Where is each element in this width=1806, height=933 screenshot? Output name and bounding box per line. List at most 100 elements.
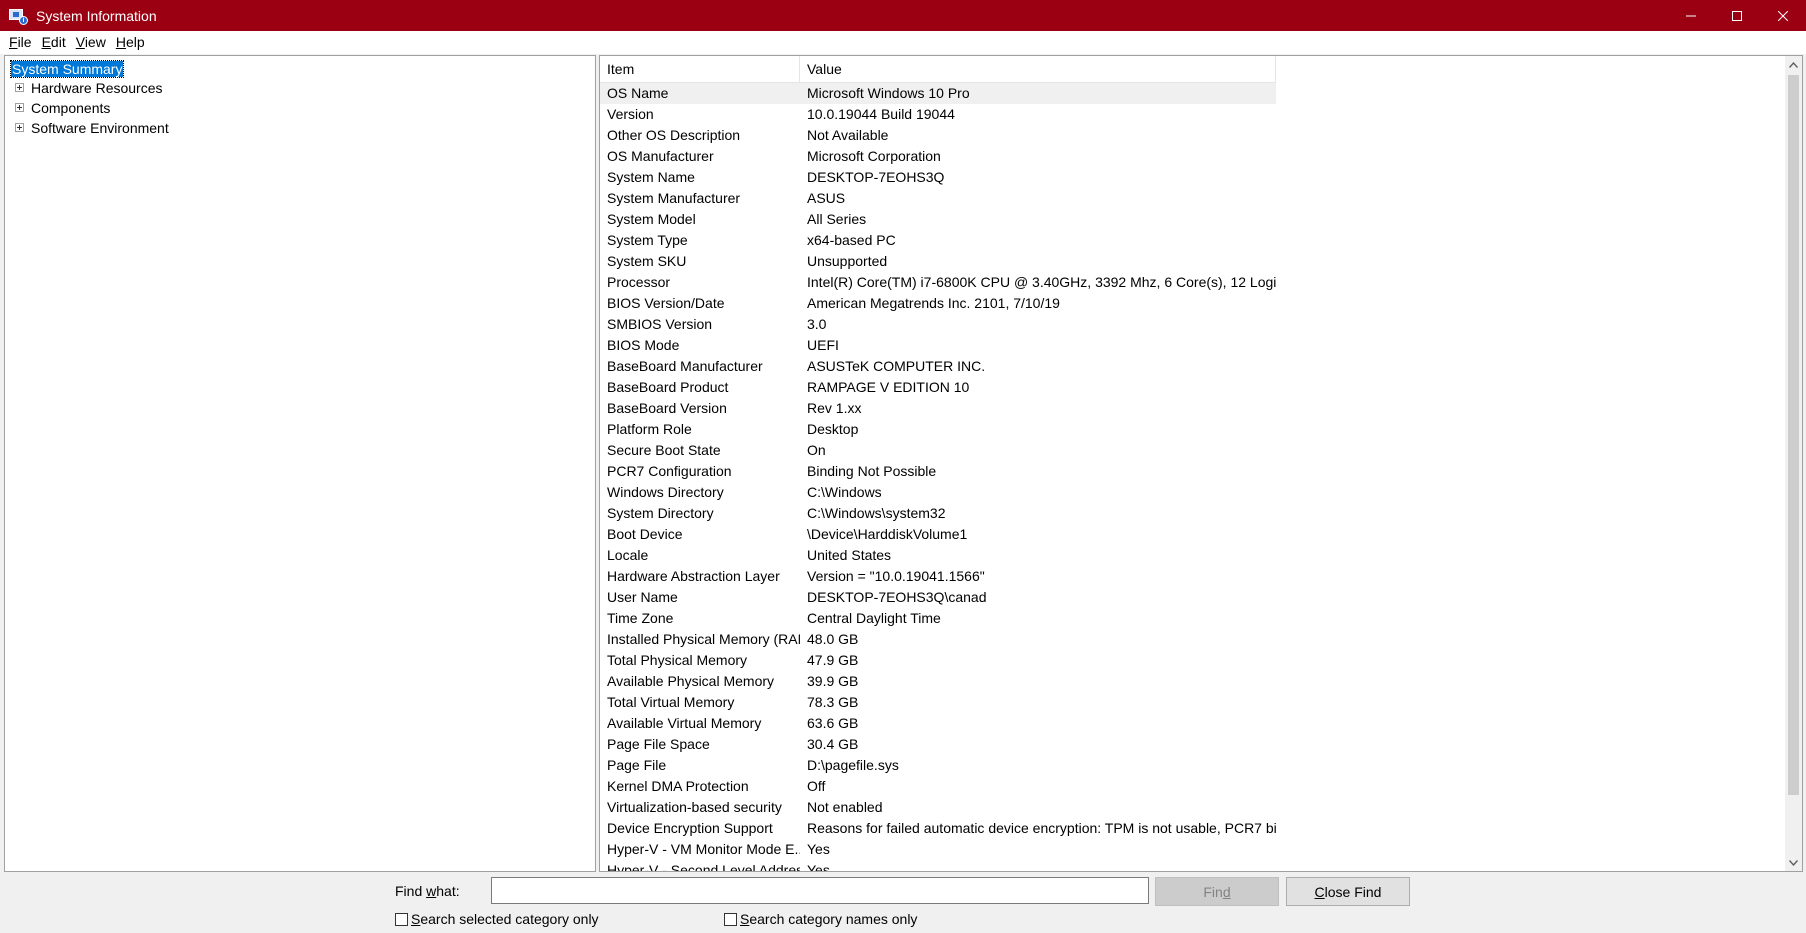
table-row[interactable]: Virtualization-based security Not enabled [600, 797, 1786, 818]
menu-edit[interactable]: Edit [37, 31, 71, 54]
cell-value: Off [807, 778, 826, 794]
table-row[interactable]: Available Physical Memory 39.9 GB [600, 671, 1786, 692]
tree-item-software-environment[interactable]: Software Environment [5, 118, 169, 137]
table-row[interactable]: System Type x64-based PC [600, 230, 1786, 251]
cell-value: x64-based PC [807, 232, 896, 248]
cell-value: UEFI [807, 337, 839, 353]
table-row[interactable]: PCR7 Configuration Binding Not Possible [600, 461, 1786, 482]
category-tree[interactable]: System Summary Hardware Resources Compon… [4, 55, 596, 872]
table-row[interactable]: Page File Space 30.4 GB [600, 734, 1786, 755]
tree-item-hardware-resources[interactable]: Hardware Resources [5, 78, 163, 97]
menu-help-label: elp [125, 34, 145, 50]
table-row[interactable]: Boot Device \Device\HarddiskVolume1 [600, 524, 1786, 545]
column-header-item[interactable]: Item [600, 56, 800, 83]
table-row[interactable]: SMBIOS Version 3.0 [600, 314, 1786, 335]
table-row[interactable]: Time Zone Central Daylight Time [600, 608, 1786, 629]
table-row[interactable]: OS Name Microsoft Windows 10 Pro [600, 83, 1276, 104]
table-row[interactable]: System Manufacturer ASUS [600, 188, 1786, 209]
table-row[interactable]: BIOS Version/Date American Megatrends Inc… [600, 293, 1786, 314]
list-header: Item Value [600, 56, 1276, 83]
table-row[interactable]: Hyper-V - VM Monitor Mode E... Yes [600, 839, 1786, 860]
cell-value: 10.0.19044 Build 19044 [807, 106, 955, 122]
cell-item: Installed Physical Memory (RAM) [607, 631, 800, 647]
table-row[interactable]: Total Virtual Memory 78.3 GB [600, 692, 1786, 713]
tree-item-label: Software Environment [31, 119, 169, 136]
search-selected-category-checkbox[interactable] [395, 912, 408, 926]
minimize-button[interactable] [1668, 0, 1714, 31]
expand-plus-icon[interactable] [15, 123, 24, 132]
column-header-value[interactable]: Value [800, 56, 1276, 83]
table-row[interactable]: Other OS Description Not Available [600, 125, 1786, 146]
cell-value: 47.9 GB [807, 652, 859, 668]
close-icon [1778, 10, 1788, 21]
find-what-input[interactable] [491, 877, 1149, 904]
cell-value: Microsoft Windows 10 Pro [807, 85, 970, 101]
close-button[interactable] [1760, 0, 1806, 31]
table-row[interactable]: System Model All Series [600, 209, 1786, 230]
table-row[interactable]: Windows Directory C:\Windows [600, 482, 1786, 503]
menu-bar: File Edit View Help [0, 31, 1806, 54]
table-row[interactable]: BIOS Mode UEFI [600, 335, 1786, 356]
cell-item: Total Physical Memory [607, 652, 748, 668]
find-label-pre: Find [395, 883, 427, 899]
menu-file[interactable]: File [4, 31, 37, 54]
close-find-button[interactable]: Close Find [1286, 877, 1410, 906]
find-button[interactable]: Fin d [1155, 877, 1279, 906]
scroll-up-button[interactable] [1785, 56, 1802, 73]
table-row[interactable]: Platform Role Desktop [600, 419, 1786, 440]
table-row[interactable]: BaseBoard Version Rev 1.xx [600, 398, 1786, 419]
cell-value: D:\pagefile.sys [807, 757, 899, 773]
menu-view[interactable]: View [71, 31, 111, 54]
scroll-down-button[interactable] [1785, 854, 1802, 871]
vertical-scrollbar[interactable] [1785, 56, 1802, 871]
scroll-thumb[interactable] [1788, 75, 1799, 795]
tree-item-components[interactable]: Components [5, 98, 110, 117]
cell-item: Page File [607, 757, 667, 773]
search-category-names-checkbox[interactable] [724, 912, 737, 926]
cell-item: Available Physical Memory [607, 673, 775, 689]
table-row[interactable]: Kernel DMA Protection Off [600, 776, 1786, 797]
table-row[interactable]: Hyper-V - Second Level Addres... Yes [600, 860, 1786, 872]
table-row[interactable]: Page File D:\pagefile.sys [600, 755, 1786, 776]
menu-help[interactable]: Help [111, 31, 150, 54]
cell-value: Yes [807, 862, 830, 872]
search-selected-category-option[interactable]: Search selected category only [395, 911, 599, 927]
table-row[interactable]: Locale United States [600, 545, 1786, 566]
cell-item: OS Manufacturer [607, 148, 714, 164]
tree-item-system-summary[interactable]: System Summary [9, 59, 125, 78]
table-row[interactable]: Available Virtual Memory 63.6 GB [600, 713, 1786, 734]
cell-value: \Device\HarddiskVolume1 [807, 526, 968, 542]
table-row[interactable]: OS Manufacturer Microsoft Corporation [600, 146, 1786, 167]
table-row[interactable]: Processor Intel(R) Core(TM) i7-6800K CPU … [600, 272, 1786, 293]
table-row[interactable]: Total Physical Memory 47.9 GB [600, 650, 1786, 671]
table-row[interactable]: Secure Boot State On [600, 440, 1786, 461]
cell-value: Binding Not Possible [807, 463, 937, 479]
table-row[interactable]: System Directory C:\Windows\system32 [600, 503, 1786, 524]
system-information-app-icon[interactable]: i [8, 7, 28, 25]
title-bar: i System Information [0, 0, 1806, 31]
cell-value: Central Daylight Time [807, 610, 941, 626]
maximize-button[interactable] [1714, 0, 1760, 31]
cell-value: Yes [807, 841, 830, 857]
cell-value: ASUS [807, 190, 846, 206]
details-list[interactable]: Item Value OS Name Microsoft Windows 10 P… [599, 55, 1803, 872]
search-category-names-option[interactable]: Search category names only [724, 911, 917, 927]
table-row[interactable]: System SKU Unsupported [600, 251, 1786, 272]
table-row[interactable]: Version 10.0.19044 Build 19044 [600, 104, 1786, 125]
cell-value: DESKTOP-7EOHS3Q\canad [807, 589, 987, 605]
cell-item: Hardware Abstraction Layer [607, 568, 780, 584]
cell-item: Boot Device [607, 526, 683, 542]
table-row[interactable]: Installed Physical Memory (RAM) 48.0 GB [600, 629, 1786, 650]
cell-value: Desktop [807, 421, 859, 437]
chk1-accel: S [411, 911, 421, 927]
table-row[interactable]: Device Encryption Support Reasons for fai… [600, 818, 1786, 839]
table-row[interactable]: BaseBoard Product RAMPAGE V EDITION 10 [600, 377, 1786, 398]
menu-edit-accel: E [41, 34, 51, 50]
table-row[interactable]: Hardware Abstraction Layer Version = "10.… [600, 566, 1786, 587]
table-row[interactable]: System Name DESKTOP-7EOHS3Q [600, 167, 1786, 188]
expand-plus-icon[interactable] [15, 83, 24, 92]
table-row[interactable]: User Name DESKTOP-7EOHS3Q\canad [600, 587, 1786, 608]
expand-plus-icon[interactable] [15, 103, 24, 112]
cell-value: 48.0 GB [807, 631, 859, 647]
table-row[interactable]: BaseBoard Manufacturer ASUSTeK COMPUTER I… [600, 356, 1786, 377]
